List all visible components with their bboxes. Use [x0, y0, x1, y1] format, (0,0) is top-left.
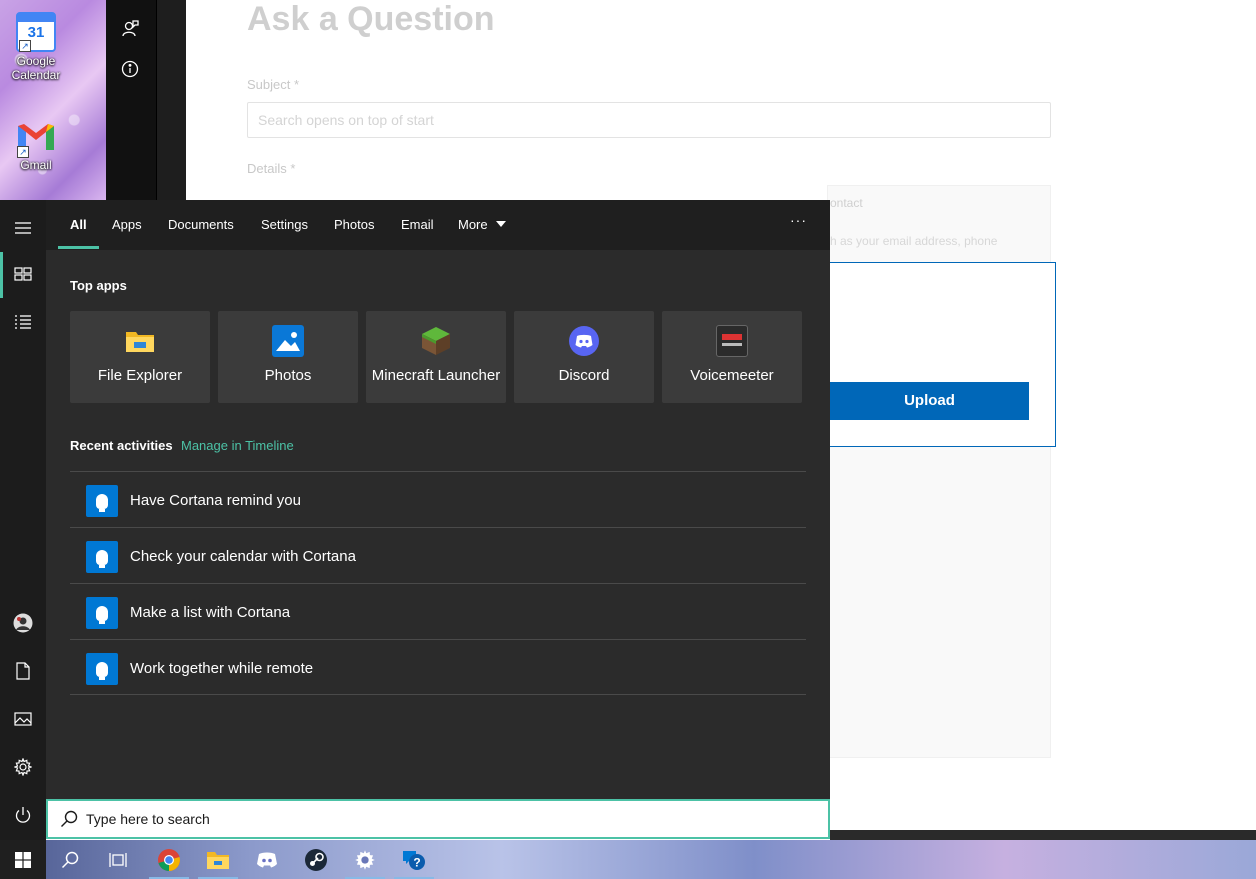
- taskbar-file-explorer[interactable]: [194, 840, 242, 879]
- rail-active-indicator: [0, 252, 3, 298]
- start-button[interactable]: [0, 840, 46, 879]
- power-icon[interactable]: [13, 805, 33, 825]
- apps-list-icon[interactable]: [13, 312, 33, 332]
- tab-documents[interactable]: Documents: [168, 217, 234, 232]
- subject-input[interactable]: Search opens on top of start: [247, 102, 1051, 138]
- contact-text: h as your email address, phone: [830, 234, 998, 248]
- shortcut-arrow-icon: ↗: [17, 146, 29, 158]
- recent-activity-item[interactable]: Check your calendar with Cortana: [70, 527, 806, 583]
- top-apps-heading: Top apps: [70, 278, 127, 293]
- discord-icon: [568, 325, 600, 357]
- settings-gear-icon[interactable]: [13, 757, 33, 777]
- info-icon[interactable]: [121, 60, 139, 78]
- recent-activity-label: Make a list with Cortana: [130, 604, 291, 621]
- desktop-icon-label: Google Calendar: [11, 54, 61, 82]
- more-options-button[interactable]: ···: [790, 212, 807, 228]
- caret-down-icon: [496, 221, 507, 227]
- subject-label: Subject *: [247, 77, 300, 92]
- desktop-wallpaper: 31 ↗ Google Calendar ↗ Gmail: [0, 0, 106, 200]
- app-tile-label: Photos: [264, 367, 312, 384]
- pictures-icon[interactable]: [13, 709, 33, 729]
- steam-icon: [305, 848, 327, 871]
- cortana-tip-icon: [86, 541, 118, 573]
- cortana-tip-icon: [86, 597, 118, 629]
- task-view-button[interactable]: [94, 840, 142, 879]
- voicemeeter-icon: [716, 325, 748, 357]
- search-input[interactable]: Type here to search: [86, 811, 210, 827]
- cortana-tip-icon: [86, 485, 118, 517]
- recent-activity-label: Check your calendar with Cortana: [130, 548, 356, 565]
- get-help-icon: ?: [403, 850, 425, 870]
- taskbar-chrome[interactable]: [145, 840, 193, 879]
- start-search-panel: All Apps Documents Settings Photos Email…: [46, 200, 830, 800]
- tab-photos[interactable]: Photos: [334, 217, 374, 232]
- app-tile-file-explorer[interactable]: File Explorer: [70, 311, 210, 403]
- app-tile-label: Minecraft Launcher: [371, 367, 501, 384]
- tab-active-underline: [58, 246, 99, 249]
- cortana-tip-icon: [86, 653, 118, 685]
- recent-activity-item[interactable]: Work together while remote: [70, 639, 806, 695]
- home-tiles-icon[interactable]: [13, 264, 33, 284]
- search-icon: [61, 851, 79, 868]
- search-filter-tabs: All Apps Documents Settings Photos Email…: [46, 200, 830, 250]
- file-explorer-icon: [207, 851, 229, 869]
- upload-button[interactable]: Upload: [830, 382, 1029, 420]
- tab-more-label: More: [458, 217, 488, 232]
- chrome-icon: [158, 848, 180, 871]
- desktop-icon-google-calendar[interactable]: 31 ↗ Google Calendar: [0, 12, 72, 82]
- task-view-icon: [109, 852, 127, 867]
- app-tile-photos[interactable]: Photos: [218, 311, 358, 403]
- contact-title: ontact: [830, 196, 863, 210]
- file-explorer-icon: [124, 325, 156, 357]
- desktop-icon-label: Gmail: [20, 158, 52, 172]
- tab-apps[interactable]: Apps: [112, 217, 142, 232]
- tab-all[interactable]: All: [70, 217, 87, 232]
- taskbar-get-help[interactable]: ?: [390, 840, 438, 879]
- taskbar-search-box[interactable]: Type here to search: [46, 799, 830, 839]
- discord-icon: [257, 852, 277, 867]
- desktop-icon-gmail[interactable]: ↗ Gmail: [0, 116, 72, 172]
- manage-timeline-link[interactable]: Manage in Timeline: [181, 438, 294, 453]
- taskbar-search-button[interactable]: [46, 840, 94, 879]
- taskbar-discord[interactable]: [243, 840, 291, 879]
- window-edge-bar: [830, 830, 1256, 840]
- recent-activity-item[interactable]: Have Cortana remind you: [70, 471, 806, 527]
- google-calendar-icon: 31 ↗: [16, 12, 56, 52]
- feedback-icon[interactable]: [121, 20, 139, 38]
- shortcut-arrow-icon: ↗: [19, 40, 31, 52]
- recent-activities-heading: Recent activities: [70, 438, 173, 453]
- start-left-rail: [0, 200, 46, 840]
- app-tile-label: Voicemeeter: [690, 367, 774, 384]
- windows-logo-icon: [15, 851, 31, 868]
- app-tile-minecraft-launcher[interactable]: Minecraft Launcher: [366, 311, 506, 403]
- minecraft-icon: [420, 325, 452, 357]
- recent-activity-item[interactable]: Make a list with Cortana: [70, 583, 806, 639]
- svg-text:?: ?: [413, 855, 420, 869]
- app-tile-discord[interactable]: Discord: [514, 311, 654, 403]
- hamburger-menu-icon[interactable]: [13, 218, 33, 238]
- app-tile-label: Discord: [558, 367, 610, 384]
- app-side-strip-2: [156, 0, 186, 200]
- settings-gear-icon: [355, 849, 375, 870]
- tab-settings[interactable]: Settings: [261, 217, 308, 232]
- tab-email[interactable]: Email: [401, 217, 434, 232]
- taskbar-steam[interactable]: [292, 840, 340, 879]
- photos-icon: [272, 325, 304, 357]
- user-avatar-icon[interactable]: [13, 613, 33, 633]
- recent-activity-label: Have Cortana remind you: [130, 492, 301, 509]
- page-title: Ask a Question: [247, 0, 495, 38]
- recent-activity-label: Work together while remote: [130, 660, 314, 677]
- app-tile-voicemeeter[interactable]: Voicemeeter: [662, 311, 802, 403]
- details-label: Details *: [247, 161, 296, 176]
- gmail-icon: ↗: [16, 116, 56, 158]
- documents-icon[interactable]: [13, 661, 33, 681]
- taskbar-settings[interactable]: [341, 840, 389, 879]
- app-tile-label: File Explorer: [97, 367, 183, 384]
- search-icon: [61, 810, 78, 827]
- tab-more[interactable]: More: [458, 217, 507, 232]
- taskbar: ?: [0, 840, 1256, 879]
